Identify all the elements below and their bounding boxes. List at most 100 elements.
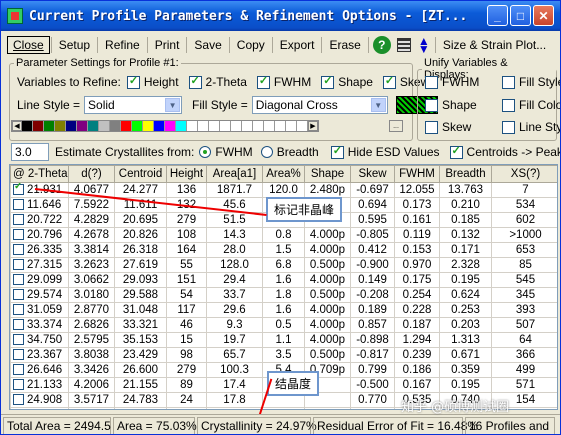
save-button[interactable]: Save (188, 36, 227, 54)
table-row[interactable]: 27.315 3.2623 27.619 55 128.0 6.8 0.500p -0.900… (10, 257, 557, 273)
row-checkbox[interactable] (13, 304, 24, 316)
palette-color[interactable] (264, 121, 275, 131)
palette-color[interactable] (77, 121, 88, 131)
skew-checkbox[interactable] (382, 74, 396, 89)
list-view-icon[interactable] (396, 38, 411, 52)
row-checkbox[interactable] (13, 289, 24, 301)
row-checkbox[interactable] (13, 394, 24, 406)
breadth-radio[interactable] (260, 146, 273, 158)
minimize-button[interactable]: _ (487, 5, 508, 26)
table-row[interactable]: 23.367 3.8038 23.429 98 65.7 3.5 0.500p -0.817 0… (10, 347, 557, 363)
unify-skew-checkbox[interactable] (425, 120, 438, 134)
hide-esd-checkbox[interactable] (330, 144, 344, 159)
two-theta-checkbox[interactable] (188, 74, 202, 89)
unify-line-style-checkbox[interactable] (502, 120, 515, 134)
column-header[interactable]: Centroid (114, 165, 167, 183)
palette-color[interactable] (99, 121, 110, 131)
palette-color[interactable] (176, 121, 187, 131)
table-row[interactable]: 29.574 3.0180 29.588 54 33.7 1.8 0.500p -0.208 0… (10, 287, 557, 303)
column-header[interactable]: Area[a1] (206, 165, 263, 183)
row-checkbox[interactable] (13, 259, 24, 271)
maximize-button[interactable]: □ (510, 5, 531, 26)
column-header[interactable]: Area% (262, 165, 305, 183)
palette-color[interactable] (121, 121, 132, 131)
palette-color[interactable] (253, 121, 264, 131)
close-window-button[interactable]: ✕ (533, 5, 554, 26)
palette-color[interactable] (165, 121, 176, 131)
palette-color[interactable] (33, 121, 44, 131)
unify-shape-checkbox[interactable] (425, 98, 438, 112)
column-header[interactable]: Breadth (439, 165, 492, 183)
palette-color[interactable] (110, 121, 121, 131)
row-checkbox[interactable] (13, 334, 24, 346)
copy-button[interactable]: Copy (231, 36, 271, 54)
column-header[interactable]: @ 2-Theta (10, 165, 69, 183)
row-checkbox[interactable] (13, 349, 24, 361)
print-button[interactable]: Print (149, 36, 186, 54)
palette-color[interactable] (154, 121, 165, 131)
palette-color[interactable] (275, 121, 286, 131)
palette-left-icon[interactable]: ◀ (12, 121, 22, 131)
close-button[interactable]: Close (7, 36, 50, 54)
palette-color[interactable] (143, 121, 154, 131)
palette-color[interactable] (88, 121, 99, 131)
table-row[interactable]: 34.750 2.5795 35.153 15 19.7 1.1 4.000p -0.898 1… (10, 332, 557, 348)
fwhm-checkbox[interactable] (256, 74, 270, 89)
table-row[interactable]: 31.059 2.8770 31.048 117 29.6 1.6 4.000p 0.189 0… (10, 302, 557, 318)
column-header[interactable]: d(?) (68, 165, 115, 183)
palette-color[interactable] (198, 121, 209, 131)
table-cell: 3.5 (262, 347, 305, 363)
palette-color[interactable] (220, 121, 231, 131)
shape-checkbox[interactable] (321, 74, 335, 89)
height-checkbox[interactable] (126, 74, 140, 89)
unify-fill-style-checkbox[interactable] (502, 75, 515, 89)
row-checkbox[interactable] (13, 364, 24, 376)
palette-right-icon[interactable]: ▶ (308, 121, 318, 131)
palette-color[interactable] (22, 121, 33, 131)
erase-button[interactable]: Erase (323, 36, 366, 54)
palette-color[interactable] (187, 121, 198, 131)
row-checkbox[interactable] (13, 229, 24, 241)
centroids-checkbox[interactable] (449, 144, 463, 159)
palette-color[interactable] (242, 121, 253, 131)
column-header[interactable]: Skew (350, 165, 395, 183)
palette-color[interactable] (44, 121, 55, 131)
fwhm-radio[interactable] (199, 146, 212, 158)
table-row[interactable]: 29.099 3.0662 29.093 151 29.4 1.6 4.000p 0.149 0… (10, 272, 557, 288)
palette-color[interactable] (55, 121, 66, 131)
column-header[interactable]: Shape (304, 165, 351, 183)
column-header[interactable]: FWHM (394, 165, 440, 183)
column-header[interactable]: XS(?) (491, 165, 557, 183)
title-bar[interactable]: Current Profile Parameters & Refinement … (1, 1, 560, 31)
palette-more-button[interactable]: ... (389, 120, 403, 132)
row-checkbox[interactable] (13, 214, 24, 226)
palette-color[interactable] (297, 121, 308, 131)
table-row[interactable]: 26.335 3.3814 26.318 164 28.0 1.5 4.000p 0.412 0… (10, 242, 557, 258)
row-checkbox[interactable] (13, 319, 24, 331)
palette-color[interactable] (231, 121, 242, 131)
size-strain-plot-button[interactable]: Size & Strain Plot... (437, 36, 552, 54)
palette-color[interactable] (132, 121, 143, 131)
help-icon[interactable]: ? (372, 36, 391, 54)
table-row[interactable]: 33.374 2.6826 33.321 46 9.3 0.5 4.000p 0.857 0.1… (10, 317, 557, 333)
row-checkbox[interactable] (13, 184, 24, 196)
unify-fill-color-checkbox[interactable] (502, 98, 515, 112)
setup-button[interactable]: Setup (53, 36, 96, 54)
row-checkbox[interactable] (13, 379, 24, 391)
palette-color[interactable] (66, 121, 77, 131)
line-style-select[interactable]: Solid ▼ (84, 96, 183, 114)
crystallite-input[interactable]: 3.0 (11, 143, 49, 161)
row-checkbox[interactable] (13, 199, 24, 211)
palette-color[interactable] (209, 121, 220, 131)
fill-style-select[interactable]: Diagonal Cross ▼ (251, 96, 388, 114)
sort-arrows-icon[interactable]: ▲ ▼ (417, 35, 431, 55)
column-header[interactable]: Height (166, 165, 207, 183)
palette-color[interactable] (286, 121, 297, 131)
export-button[interactable]: Export (274, 36, 321, 54)
refine-button[interactable]: Refine (99, 36, 146, 54)
row-checkbox[interactable] (13, 409, 24, 410)
row-checkbox[interactable] (13, 244, 24, 256)
unify-fwhm-checkbox[interactable] (425, 75, 438, 89)
row-checkbox[interactable] (13, 274, 24, 286)
table-row[interactable]: 20.796 4.2678 20.826 108 14.3 0.8 4.000p -0.805… (10, 227, 557, 243)
